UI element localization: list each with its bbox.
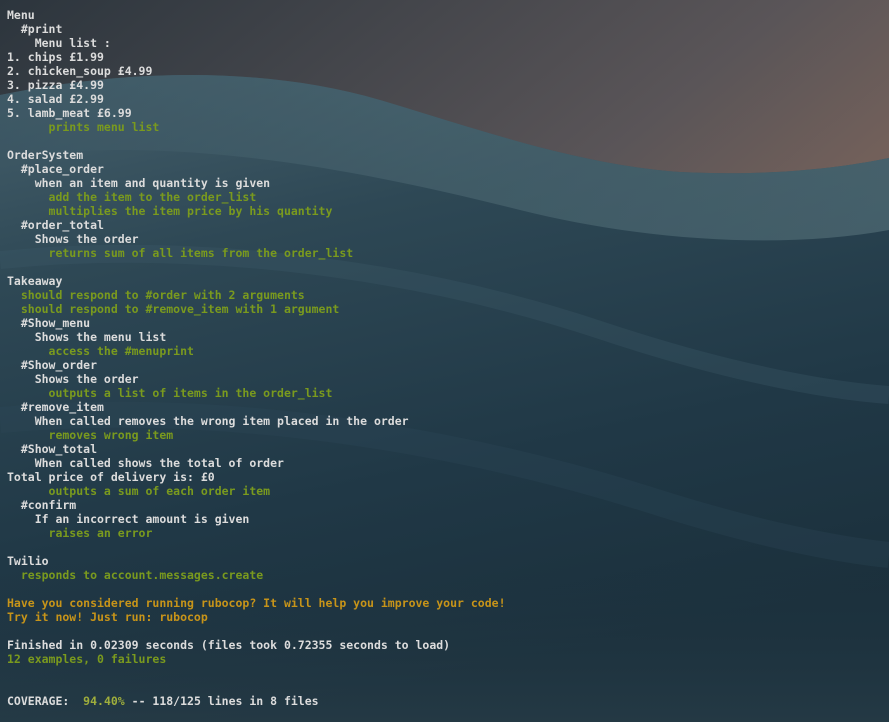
terminal-output: Menu #print Menu list :1. chips £1.99 2. … bbox=[7, 8, 506, 708]
terminal-line: returns sum of all items from the order_… bbox=[7, 246, 354, 260]
terminal-line: 5. lamb_meat £6.99 bbox=[7, 106, 132, 120]
terminal-line: #order_total bbox=[7, 218, 104, 232]
terminal-line: #remove_item bbox=[7, 400, 104, 414]
coverage-line: COVERAGE: 94.40% -- 118/125 lines in 8 f… bbox=[7, 694, 506, 708]
terminal-line: #Show_order bbox=[7, 358, 98, 372]
terminal-line: #confirm bbox=[7, 498, 77, 512]
coverage-detail: -- 118/125 lines in 8 files bbox=[124, 694, 319, 708]
terminal-line: outputs a list of items in the order_lis… bbox=[7, 386, 333, 400]
terminal-line: Menu list : bbox=[7, 36, 111, 50]
terminal-line: prints menu list bbox=[7, 120, 160, 134]
terminal-line: Shows the menu list bbox=[7, 330, 167, 344]
terminal-line: multiplies the item price by his quantit… bbox=[7, 204, 333, 218]
terminal-line: 2. chicken_soup £4.99 bbox=[7, 64, 153, 78]
terminal-line: responds to account.messages.create bbox=[7, 568, 264, 582]
terminal-line: access the #menuprint bbox=[7, 344, 194, 358]
terminal-line: should respond to #order with 2 argument… bbox=[7, 288, 305, 302]
terminal-line: 4. salad £2.99 bbox=[7, 92, 104, 106]
coverage-percent: 94.40% bbox=[83, 694, 125, 708]
terminal-line: #place_order bbox=[7, 162, 104, 176]
terminal-line: Shows the order bbox=[7, 372, 139, 386]
terminal-line: Takeaway bbox=[7, 274, 63, 288]
terminal-line: When called shows the total of order bbox=[7, 456, 284, 470]
terminal-line: outputs a sum of each order item bbox=[7, 484, 271, 498]
coverage-label: COVERAGE: bbox=[7, 694, 84, 708]
terminal-line: 12 examples, 0 failures bbox=[7, 652, 167, 666]
terminal-line: raises an error bbox=[7, 526, 153, 540]
terminal-line: when an item and quantity is given bbox=[7, 176, 271, 190]
terminal-line: #Show_menu bbox=[7, 316, 91, 330]
terminal-line: add the item to the order_list bbox=[7, 190, 257, 204]
terminal-line: 3. pizza £4.99 bbox=[7, 78, 104, 92]
terminal-line: #print bbox=[7, 22, 63, 36]
terminal-line: removes wrong item bbox=[7, 428, 174, 442]
terminal-line: #Show_total bbox=[7, 442, 98, 456]
terminal-line: Menu bbox=[7, 8, 35, 22]
terminal-line: should respond to #remove_item with 1 ar… bbox=[7, 302, 340, 316]
terminal-line: When called removes the wrong item place… bbox=[7, 414, 409, 428]
terminal-line: 1. chips £1.99 bbox=[7, 50, 104, 64]
terminal-line: Try it now! Just run: rubocop bbox=[7, 610, 208, 624]
terminal-line: Shows the order bbox=[7, 232, 139, 246]
terminal-line: Twilio bbox=[7, 554, 49, 568]
terminal-line: Have you considered running rubocop? It … bbox=[7, 596, 506, 610]
terminal-line: Finished in 0.02309 seconds (files took … bbox=[7, 638, 451, 652]
terminal-line: Total price of delivery is: £0 bbox=[7, 470, 215, 484]
terminal-line: OrderSystem bbox=[7, 148, 84, 162]
terminal-line: If an incorrect amount is given bbox=[7, 512, 250, 526]
